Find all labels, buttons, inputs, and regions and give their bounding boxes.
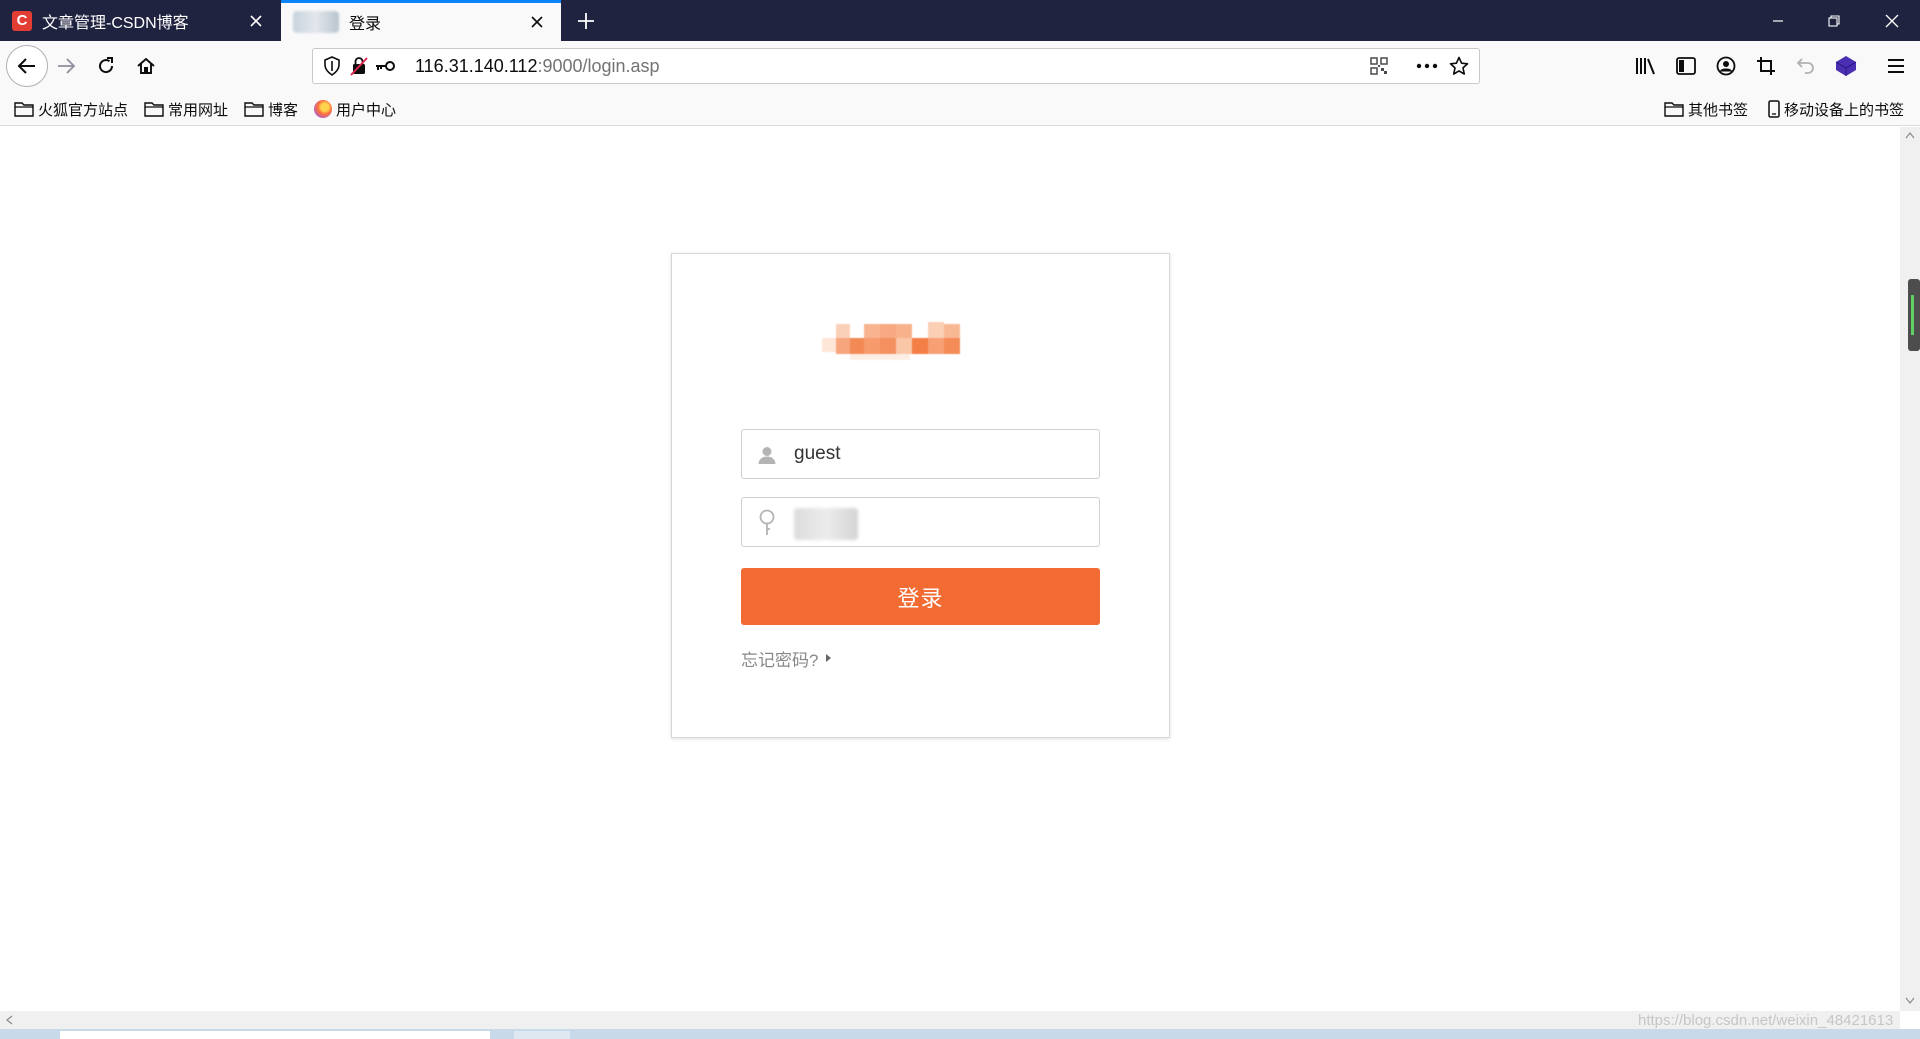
restore-button[interactable] (1806, 0, 1862, 41)
hamburger-menu-icon (1888, 59, 1904, 73)
csdn-icon: C (12, 10, 32, 31)
account-icon (1716, 56, 1736, 76)
url-host: 116.31.140.112 (415, 56, 538, 76)
bookmark-user-center[interactable]: 用户中心 (314, 97, 396, 121)
bookmarks-toolbar: 火狐官方站点 常用网址 博客 用户中心 其他书签 移动设备上的书签 (0, 91, 1920, 126)
bookmark-firefox-site[interactable]: 火狐官方站点 (14, 97, 128, 121)
bookmark-star-icon[interactable] (1447, 54, 1471, 78)
password-field[interactable] (741, 497, 1100, 547)
bookmark-other[interactable]: 其他书签 (1664, 97, 1748, 121)
key-icon[interactable] (373, 54, 397, 78)
library-icon (1636, 58, 1655, 75)
restore-icon (1828, 14, 1840, 27)
bookmark-label: 其他书签 (1688, 101, 1749, 119)
close-icon (1885, 14, 1899, 27)
tab-title: 登录 (349, 16, 382, 33)
blurred-icon (293, 11, 339, 33)
extension-cube-icon (1835, 56, 1857, 76)
close-tab-icon[interactable] (525, 10, 549, 34)
url-bar[interactable]: 116.31.140.112:9000/login.asp (312, 48, 1480, 84)
sidebar-button[interactable] (1672, 52, 1700, 80)
forward-arrow-icon (58, 58, 76, 74)
shield-icon[interactable] (320, 54, 344, 78)
horizontal-scrollbar[interactable] (0, 1011, 1900, 1029)
forward-button[interactable] (48, 48, 84, 84)
tab-csdn[interactable]: C 文章管理-CSDN博客 (0, 0, 280, 41)
navigation-toolbar: 116.31.140.112:9000/login.asp (0, 41, 1920, 91)
folder-icon (14, 102, 34, 117)
back-arrow-icon (17, 58, 35, 74)
mobile-icon (1768, 100, 1780, 118)
url-text: 116.31.140.112:9000/login.asp (415, 49, 660, 83)
scrollbar-thumb[interactable] (1908, 279, 1920, 351)
reload-icon (99, 57, 114, 74)
insecure-lock-icon[interactable] (347, 54, 371, 78)
user-icon (756, 443, 778, 467)
account-button[interactable] (1712, 52, 1740, 80)
menu-button[interactable] (1882, 52, 1910, 80)
bookmark-blog[interactable]: 博客 (244, 97, 298, 121)
home-button[interactable] (128, 48, 164, 84)
home-icon (137, 57, 155, 74)
tab-login[interactable]: 登录 (281, 0, 561, 41)
bookmark-label: 移动设备上的书签 (1784, 101, 1905, 119)
masked-password (794, 508, 858, 540)
extension-button[interactable] (1832, 52, 1860, 80)
tab-title: 文章管理-CSDN博客 (42, 14, 189, 32)
scroll-left-icon (6, 1015, 13, 1025)
scroll-up-icon (1905, 132, 1915, 139)
bookmark-label: 常用网址 (168, 101, 229, 119)
vertical-scrollbar[interactable] (1900, 127, 1920, 1011)
close-window-button[interactable] (1864, 0, 1920, 41)
bookmark-common-sites[interactable]: 常用网址 (144, 97, 228, 121)
library-button[interactable] (1632, 52, 1660, 80)
page-actions-icon[interactable] (1415, 54, 1439, 78)
screenshot-button[interactable] (1752, 52, 1780, 80)
back-button[interactable] (6, 45, 48, 87)
username-input[interactable] (794, 430, 1084, 478)
scrollbar-grip (1911, 295, 1914, 335)
caret-right-icon (826, 654, 832, 662)
site-logo (822, 322, 1012, 370)
login-button[interactable]: 登录 (741, 568, 1100, 625)
folder-icon (244, 102, 264, 117)
forgot-password-label: 忘记密码? (741, 650, 819, 670)
bookmark-label: 火狐官方站点 (38, 101, 129, 119)
new-tab-button[interactable] (572, 7, 600, 35)
reload-button[interactable] (88, 48, 124, 84)
sidebar-icon (1676, 57, 1696, 75)
key-hole-icon (756, 509, 778, 535)
taskbar-item[interactable] (514, 1031, 570, 1039)
minimize-icon (1773, 19, 1783, 22)
close-tab-icon[interactable] (244, 9, 268, 33)
bookmark-label: 博客 (268, 101, 299, 119)
taskbar (0, 1029, 1920, 1039)
folder-icon (144, 102, 164, 117)
scroll-down-icon (1905, 997, 1915, 1004)
minimize-button[interactable] (1750, 0, 1806, 41)
url-path: :9000/login.asp (537, 56, 660, 76)
qr-code-icon[interactable] (1367, 54, 1391, 78)
folder-icon (1664, 102, 1684, 117)
watermark: https://blog.csdn.net/weixin_48421613 (1638, 1012, 1894, 1029)
undo-icon (1796, 58, 1814, 74)
globe-icon (314, 100, 332, 118)
username-field[interactable] (741, 429, 1100, 479)
bookmark-label: 用户中心 (336, 101, 397, 119)
login-card: 登录 忘记密码? (671, 253, 1170, 738)
taskbar-item[interactable] (60, 1031, 490, 1039)
crop-icon (1757, 57, 1775, 75)
bookmark-mobile[interactable]: 移动设备上的书签 (1768, 97, 1904, 121)
tab-strip: C 文章管理-CSDN博客 登录 (0, 0, 1920, 41)
forgot-password-link[interactable]: 忘记密码? (741, 646, 832, 670)
undo-close-button[interactable] (1792, 52, 1820, 80)
